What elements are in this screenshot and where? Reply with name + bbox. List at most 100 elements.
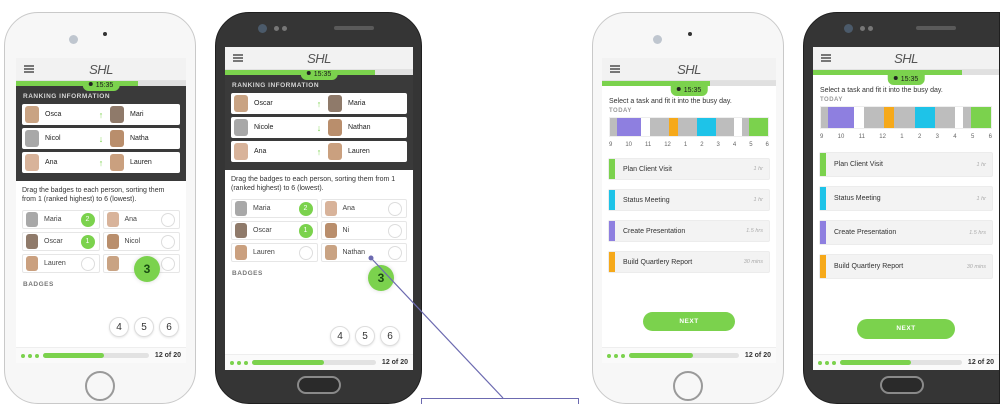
person-drop-slot[interactable]: Nathan	[320, 243, 407, 262]
person-name: Oscar	[253, 227, 272, 234]
task-item[interactable]: Status Meeting 1 hr	[608, 189, 770, 211]
task-item[interactable]: Plan Client Visit 1 hr	[819, 152, 993, 177]
badge-4[interactable]: 4	[109, 317, 129, 337]
person-drop-slot[interactable]: Ana	[102, 210, 180, 229]
hour-tick: 2	[700, 142, 704, 148]
rank-name-right: Lauren	[130, 159, 152, 166]
person-name: Oscar	[44, 238, 63, 245]
rank-right[interactable]: Maria	[325, 93, 407, 114]
rank-left[interactable]: Ana	[231, 141, 313, 162]
task-item[interactable]: Status Meeting 1 hr	[819, 186, 993, 211]
rank-badge[interactable]	[80, 257, 95, 271]
avatar	[324, 245, 337, 260]
rank-badge[interactable]	[388, 246, 402, 260]
next-button[interactable]: NEXT	[643, 312, 735, 331]
rank-right[interactable]: Natha	[107, 128, 180, 149]
day-timeline	[609, 117, 769, 137]
rank-badge[interactable]	[298, 246, 313, 260]
hour-tick: 4	[732, 142, 737, 148]
instruction-text: Drag the badges to each person, sorting …	[231, 176, 396, 192]
rank-left[interactable]: Oscar	[231, 93, 313, 114]
app-logo: SHL	[89, 62, 113, 77]
person-name: Lauren	[253, 249, 275, 256]
task-item[interactable]: Build Quartlery Report 30 mins	[819, 254, 993, 279]
person-drop-slot[interactable]: Ana	[320, 199, 407, 218]
ranking-row[interactable]: Ana ↑ Lauren	[231, 141, 407, 162]
avatar	[25, 130, 39, 147]
rank-badge[interactable]	[388, 224, 402, 238]
task-item[interactable]: Build Quartlery Report 30 mins	[608, 251, 770, 273]
speaker-grille	[334, 26, 374, 30]
app-header: SHL	[602, 58, 776, 81]
home-button[interactable]	[879, 376, 924, 394]
person-name: Ana	[342, 205, 355, 212]
task-name: Create Presentation	[623, 227, 686, 235]
person-drop-slot[interactable]: Maria 2	[231, 199, 318, 218]
badge-grid: Maria 2 Ana Oscar 1 Ni Lauren Nathan	[225, 197, 413, 264]
timer-bar: 15:35	[813, 70, 999, 85]
person-drop-slot[interactable]: Oscar 1	[22, 232, 100, 251]
task-item[interactable]: Plan Client Visit 1 hr	[608, 158, 770, 180]
rank-left[interactable]: Osca	[22, 104, 95, 125]
task-duration: 1 hr	[976, 195, 986, 202]
badge-4[interactable]: 4	[330, 326, 350, 346]
dragging-badge[interactable]: 3	[368, 265, 394, 291]
task-item[interactable]: Create Presentation 1.5 hrs	[608, 220, 770, 242]
app-logo: SHL	[894, 51, 918, 66]
rank-badge[interactable]: 2	[298, 202, 313, 216]
badge-5[interactable]: 5	[355, 326, 375, 346]
rank-name-left: Osca	[45, 111, 62, 118]
rank-badge[interactable]	[161, 235, 175, 249]
badge-5[interactable]: 5	[134, 317, 154, 337]
hour-tick: 10	[625, 142, 633, 148]
rank-right[interactable]: Lauren	[325, 141, 407, 162]
avatar	[234, 143, 248, 160]
rank-left[interactable]: Ana	[22, 152, 95, 173]
nav-dots	[21, 353, 39, 358]
home-button[interactable]	[85, 371, 115, 401]
rank-right[interactable]: Lauren	[107, 152, 180, 173]
person-drop-slot[interactable]: Lauren	[22, 254, 100, 273]
person-drop-slot[interactable]: Maria 2	[22, 210, 100, 229]
avatar	[25, 106, 39, 123]
home-button[interactable]	[296, 376, 341, 394]
person-drop-slot[interactable]: Nicol	[102, 232, 180, 251]
badge-6[interactable]: 6	[159, 317, 179, 337]
home-button[interactable]	[673, 371, 703, 401]
rank-badge[interactable]	[161, 213, 175, 227]
ranking-panel: 15:35 RANKING INFORMATION Osca ↑ Mari Nicol…	[16, 81, 186, 181]
rank-name-left: Nicol	[45, 135, 61, 142]
ranking-row[interactable]: Osca ↑ Mari	[22, 104, 180, 125]
rank-right[interactable]: Nathan	[325, 117, 407, 138]
ranking-row[interactable]: Ana ↑ Lauren	[22, 152, 180, 173]
task-item[interactable]: Create Presentation 1.5 hrs	[819, 220, 993, 245]
person-drop-slot[interactable]: Ni	[320, 221, 407, 240]
dragging-badge[interactable]: 3	[134, 256, 160, 282]
speaker-grille	[688, 32, 692, 36]
ranking-row[interactable]: Nicol ↓ Natha	[22, 128, 180, 149]
rank-left[interactable]: Nicole	[231, 117, 313, 138]
rank-badge[interactable]: 1	[80, 235, 95, 249]
hour-tick: 1	[683, 142, 688, 148]
rank-badge[interactable]	[388, 202, 402, 216]
ranking-row[interactable]: Oscar ↑ Maria	[231, 93, 407, 114]
callout-box	[421, 398, 579, 404]
rank-badge[interactable]	[161, 257, 175, 271]
next-button[interactable]: NEXT	[857, 319, 955, 339]
front-camera	[69, 35, 78, 44]
badge-6[interactable]: 6	[380, 326, 400, 346]
person-drop-slot[interactable]: Oscar 1	[231, 221, 318, 240]
progress-bar	[629, 353, 739, 358]
ranking-row[interactable]: Nicole ↓ Nathan	[231, 117, 407, 138]
rank-badge[interactable]: 2	[80, 213, 95, 227]
rank-left[interactable]: Nicol	[22, 128, 95, 149]
task-duration: 1 hr	[753, 197, 763, 203]
front-camera	[844, 24, 853, 33]
rank-badge[interactable]: 1	[298, 224, 313, 238]
rank-right[interactable]: Mari	[107, 104, 180, 125]
speaker-grille	[103, 32, 107, 36]
avatar	[235, 201, 247, 216]
task-name: Build Quartlery Report	[623, 258, 693, 266]
person-drop-slot[interactable]: Lauren	[231, 243, 318, 262]
avatar	[106, 234, 119, 249]
